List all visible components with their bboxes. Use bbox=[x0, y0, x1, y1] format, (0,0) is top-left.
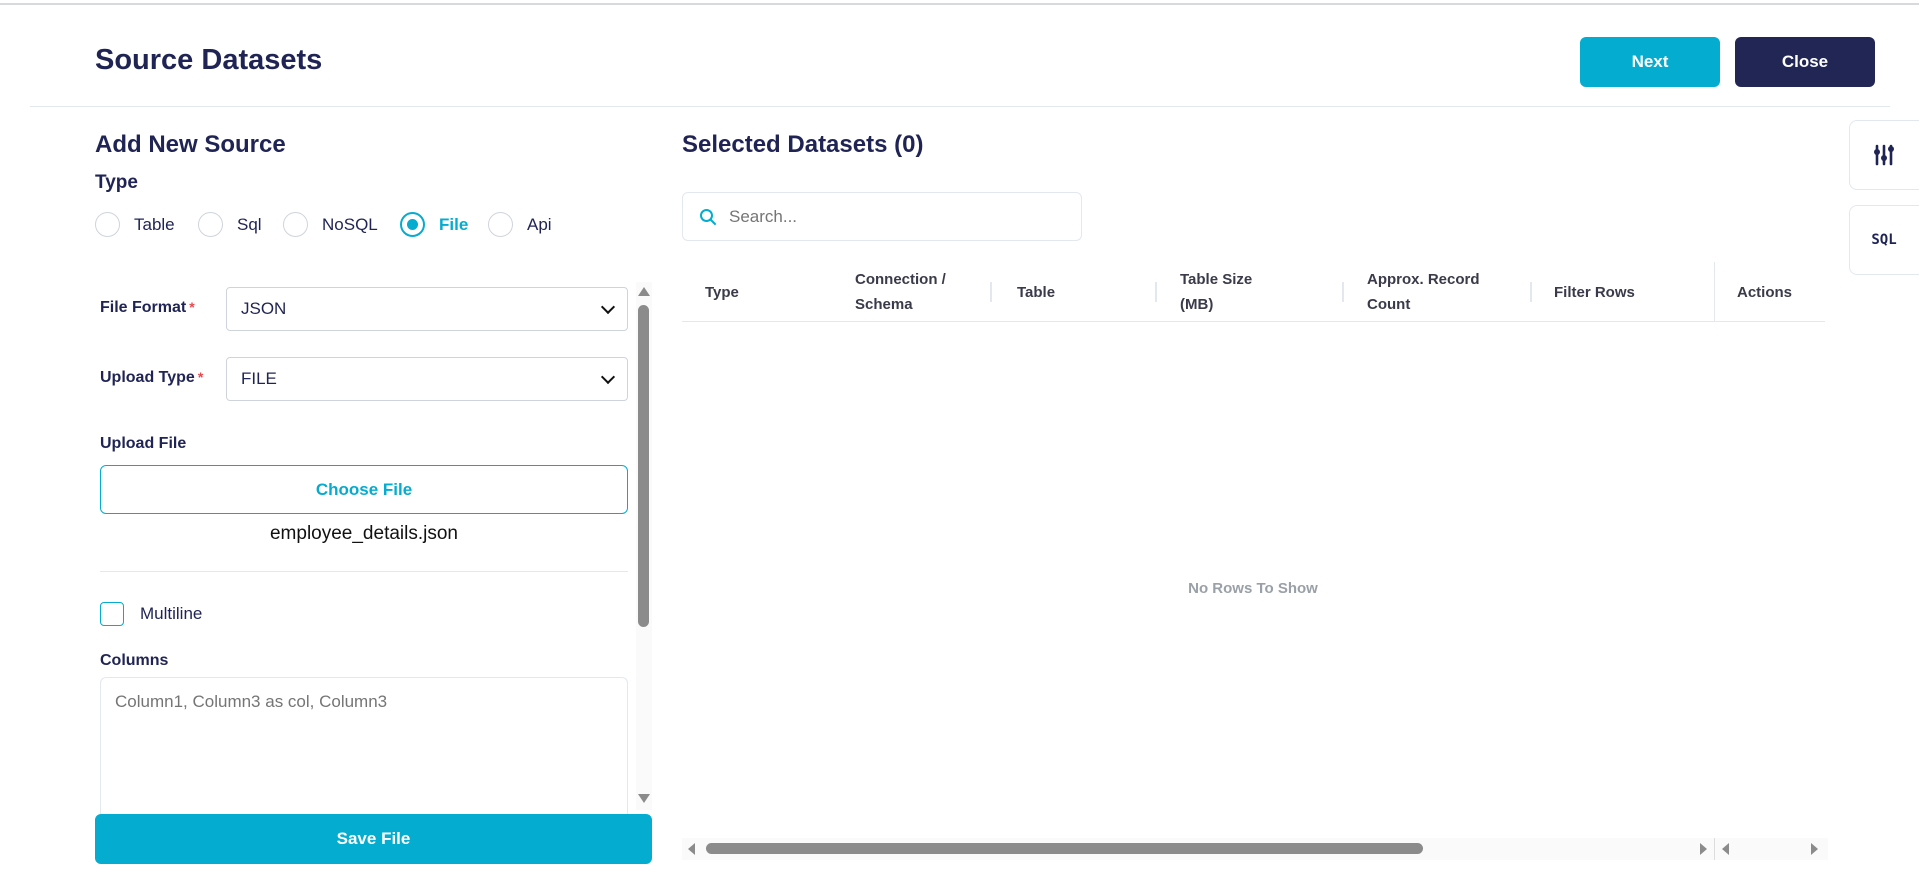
sql-icon: SQL bbox=[1871, 232, 1897, 248]
chevron-down-icon bbox=[600, 299, 616, 314]
pinned-scroll-right-icon[interactable] bbox=[1811, 843, 1818, 855]
search-input[interactable] bbox=[729, 206, 1059, 227]
upload-file-label: Upload File bbox=[100, 435, 187, 452]
column-header-connection[interactable]: Connection / Schema bbox=[855, 262, 975, 322]
radio-label: File bbox=[439, 214, 469, 234]
file-format-select[interactable]: JSON bbox=[226, 287, 628, 331]
columns-input[interactable] bbox=[100, 677, 628, 827]
upload-type-label: Upload Type * bbox=[100, 369, 204, 386]
add-source-title: Add New Source bbox=[95, 131, 286, 158]
choose-file-button[interactable]: Choose File bbox=[100, 465, 628, 514]
column-header-record-count[interactable]: Approx. Record Count bbox=[1367, 262, 1497, 322]
scroll-left-icon[interactable] bbox=[688, 843, 695, 855]
column-separator[interactable] bbox=[1155, 282, 1157, 302]
form-divider bbox=[100, 571, 628, 572]
radio-label: Api bbox=[527, 214, 552, 234]
next-button[interactable]: Next bbox=[1580, 37, 1720, 87]
radio-circle-selected[interactable] bbox=[400, 212, 425, 237]
scroll-up-icon[interactable] bbox=[638, 287, 650, 296]
radio-label: Table bbox=[134, 214, 175, 234]
selected-datasets-title: Selected Datasets (0) bbox=[682, 131, 924, 158]
columns-label: Columns bbox=[100, 652, 169, 669]
radio-circle[interactable] bbox=[95, 212, 120, 237]
column-separator[interactable] bbox=[1342, 282, 1344, 302]
close-button[interactable]: Close bbox=[1735, 37, 1875, 87]
column-header-table-size[interactable]: Table Size (MB) bbox=[1180, 262, 1280, 322]
type-label: Type bbox=[95, 172, 138, 193]
filter-settings-button[interactable] bbox=[1849, 120, 1919, 190]
table-header-border bbox=[682, 321, 1825, 322]
radio-label: Sql bbox=[237, 214, 262, 234]
radio-circle[interactable] bbox=[488, 212, 513, 237]
column-separator[interactable] bbox=[1530, 282, 1532, 302]
radio-sql[interactable]: Sql bbox=[198, 212, 262, 237]
column-separator[interactable] bbox=[990, 282, 992, 302]
top-border bbox=[0, 0, 1919, 5]
column-header-table[interactable]: Table bbox=[1017, 262, 1055, 322]
chevron-down-icon bbox=[600, 369, 616, 384]
header-divider bbox=[30, 106, 1890, 107]
file-format-label: File Format * bbox=[100, 299, 195, 316]
multiline-checkbox[interactable] bbox=[100, 602, 124, 626]
upload-type-select[interactable]: FILE bbox=[226, 357, 628, 401]
save-file-button[interactable]: Save File bbox=[95, 814, 652, 864]
column-header-type[interactable]: Type bbox=[705, 262, 739, 322]
selected-file-name: employee_details.json bbox=[269, 523, 458, 544]
column-header-actions[interactable]: Actions bbox=[1737, 262, 1792, 322]
radio-circle[interactable] bbox=[198, 212, 223, 237]
radio-nosql[interactable]: NoSQL bbox=[283, 212, 378, 237]
radio-circle[interactable] bbox=[283, 212, 308, 237]
search-box[interactable] bbox=[682, 192, 1082, 241]
column-header-filter-rows[interactable]: Filter Rows bbox=[1554, 262, 1635, 322]
radio-table[interactable]: Table bbox=[95, 212, 175, 237]
table-scrollbar-thumb[interactable] bbox=[706, 843, 1423, 854]
scrollbar-divider bbox=[1714, 838, 1715, 860]
pinned-scroll-left-icon[interactable] bbox=[1722, 843, 1729, 855]
page-title: Source Datasets bbox=[95, 44, 323, 76]
scroll-down-icon[interactable] bbox=[638, 794, 650, 803]
pinned-column-divider bbox=[1714, 262, 1715, 322]
upload-type-value: FILE bbox=[241, 369, 277, 388]
empty-table-message: No Rows To Show bbox=[1188, 580, 1318, 597]
multiline-label: Multiline bbox=[140, 604, 203, 623]
radio-label: NoSQL bbox=[322, 214, 378, 234]
scroll-right-icon[interactable] bbox=[1700, 843, 1707, 855]
radio-file[interactable]: File bbox=[400, 212, 468, 237]
form-scrollbar-thumb[interactable] bbox=[638, 305, 649, 627]
sliders-icon bbox=[1874, 144, 1894, 166]
file-format-value: JSON bbox=[241, 299, 287, 318]
radio-api[interactable]: Api bbox=[488, 212, 552, 237]
search-icon bbox=[700, 208, 716, 225]
sql-button[interactable]: SQL bbox=[1849, 205, 1919, 275]
